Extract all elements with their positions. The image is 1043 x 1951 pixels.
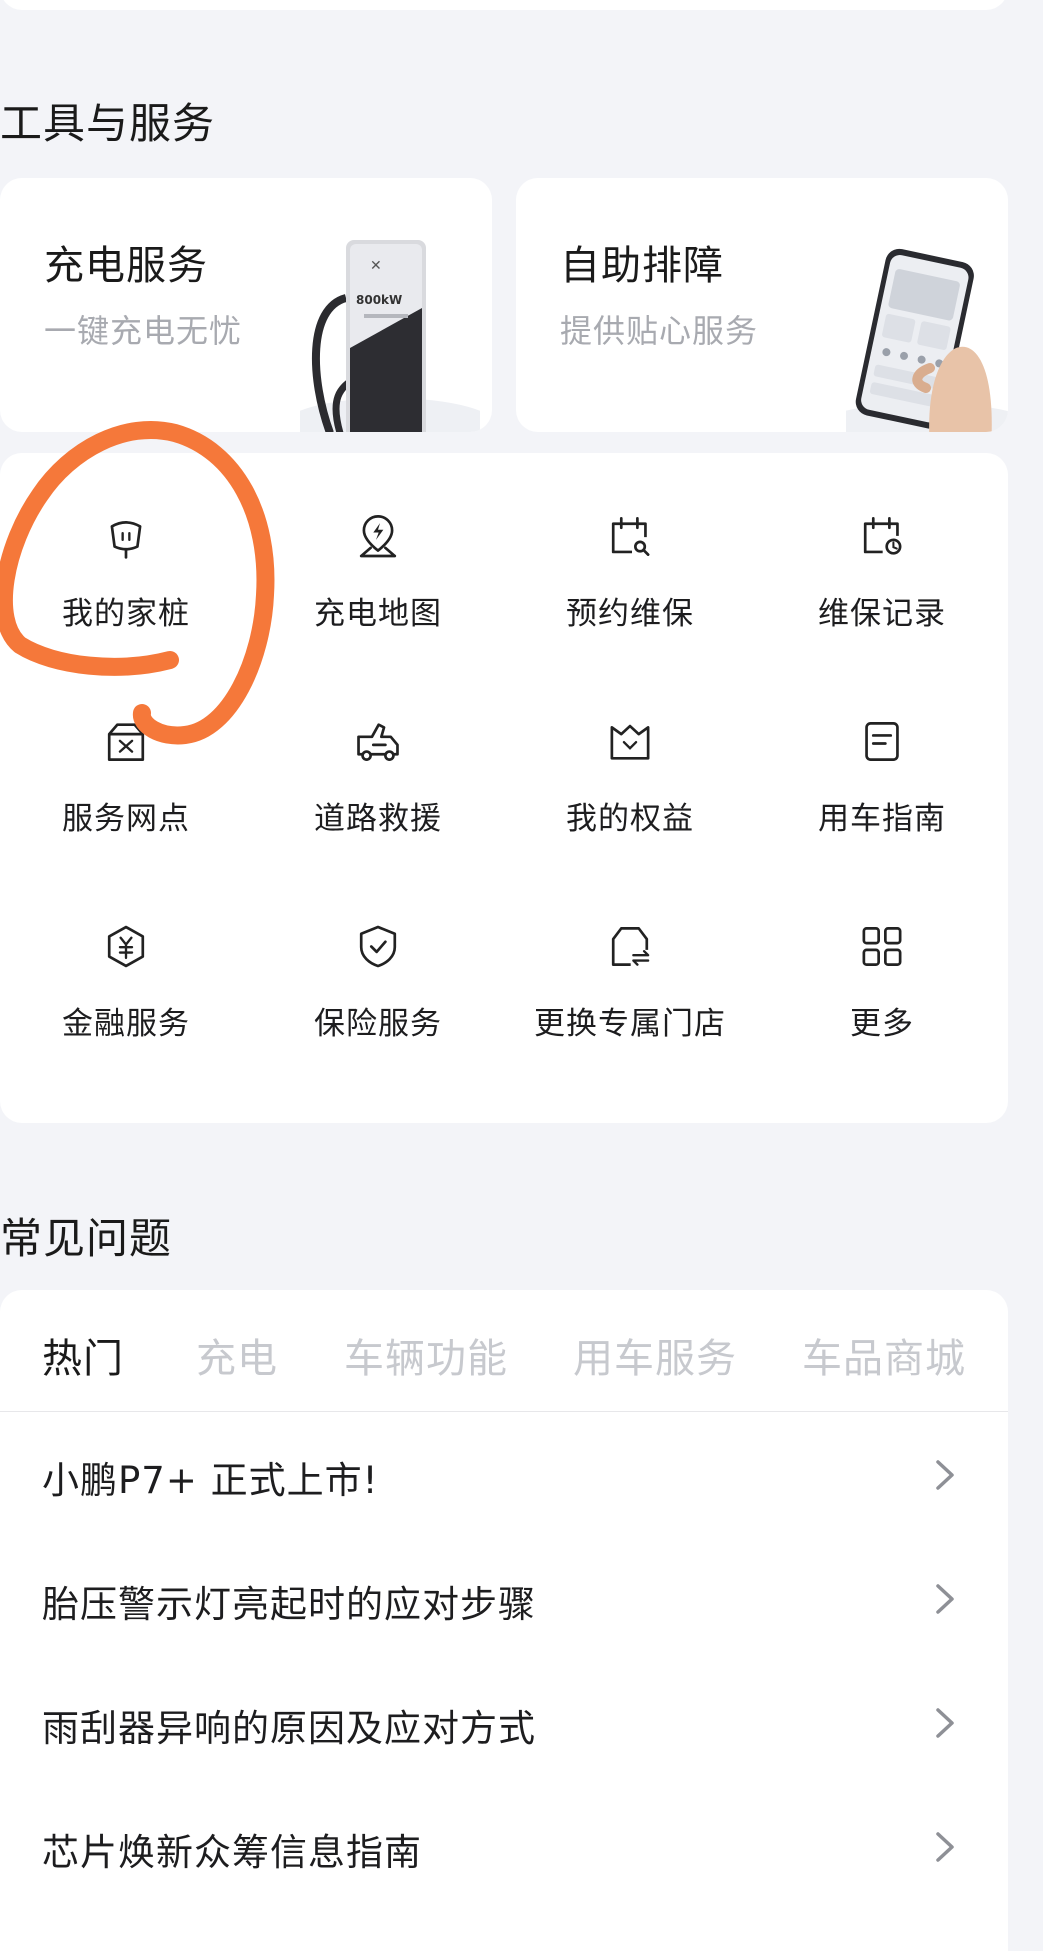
service-my-benefits[interactable]: 我的权益 [504,658,756,838]
insurance-service-icon [359,925,397,968]
tools-section-title: 工具与服务 [0,99,216,148]
top-card-remnant [0,0,1008,10]
service-label: 预约维保 [566,596,694,632]
chevron-right-icon [936,1460,954,1490]
faq-item-text: 芯片焕新众筹信息指南 [42,1831,422,1874]
faq-item[interactable]: 芯片焕新众筹信息指南 [0,1784,1008,1908]
faq-item[interactable]: 小鹏P7+ 正式上市! [0,1412,1008,1536]
service-label: 充电地图 [314,596,442,632]
service-label: 服务网点 [62,801,190,837]
change-store-icon [611,927,650,966]
faq-card: 热门 充电 车辆功能 用车服务 车品商城 小鹏P7+ 正式上市! 胎压警示灯亮起… [0,1290,1008,1951]
faq-section-title: 常见问题 [0,1214,173,1263]
charging-map-icon [359,515,397,558]
tab-vehicle-functions[interactable]: 车辆功能 [344,1326,508,1384]
service-label: 道路救援 [314,801,442,837]
self-troubleshoot-card[interactable]: 自助排障 提供贴心服务 [516,178,1008,432]
my-benefits-icon [610,724,650,760]
faq-item-text: 胎压警示灯亮起时的应对步骤 [42,1583,536,1626]
service-charging-map[interactable]: 充电地图 [252,453,504,633]
service-outlet[interactable]: 服务网点 [0,658,252,838]
service-home-charger[interactable]: 我的家桩 [0,453,252,633]
phone-image [846,248,1008,432]
services-grid: 我的家桩 充电地图 预约维保 维保记录 服务网点 道路救援 我的权益 用车指南 … [0,453,1008,1123]
service-car-guide[interactable]: 用车指南 [756,658,1008,838]
faq-item[interactable]: 胎压警示灯亮起时的应对步骤 [0,1536,1008,1660]
charging-service-title: 充电服务 [44,243,208,289]
service-road-rescue[interactable]: 道路救援 [252,658,504,838]
service-label: 更换专属门店 [534,1006,726,1042]
service-more[interactable]: 更多 [756,863,1008,1043]
svg-text:✕: ✕ [370,258,382,274]
charger-image: ✕ 800kW [300,240,480,432]
finance-service-icon [107,925,145,968]
faq-item[interactable]: 雨刮器异响的原因及应对方式 [0,1660,1008,1784]
charger-badge: 800kW [356,293,402,307]
self-troubleshoot-title: 自助排障 [560,243,724,289]
service-maintenance-record[interactable]: 维保记录 [756,453,1008,633]
service-label: 用车指南 [818,801,946,837]
home-charger-icon [110,521,142,559]
service-label: 更多 [850,1006,914,1042]
service-label: 我的家桩 [62,596,190,632]
tab-charging[interactable]: 充电 [196,1326,278,1384]
service-insurance[interactable]: 保险服务 [252,863,504,1043]
tab-car-services[interactable]: 用车服务 [573,1326,737,1384]
faq-item-text: 小鹏P7+ 正式上市! [42,1459,379,1502]
service-change-store[interactable]: 更换专属门店 [504,863,756,1043]
faq-item-text: 雨刮器异响的原因及应对方式 [42,1707,536,1750]
tab-hot[interactable]: 热门 [42,1326,124,1384]
service-label: 维保记录 [818,596,946,632]
maintenance-record-icon [863,517,902,555]
chevron-right-icon [936,1584,954,1614]
road-rescue-icon [357,723,399,761]
chevron-right-icon [936,1832,954,1862]
faq-tabs: 热门 充电 车辆功能 用车服务 车品商城 [0,1290,1008,1412]
service-finance[interactable]: 金融服务 [0,863,252,1043]
chevron-right-icon [936,1708,954,1738]
service-label: 我的权益 [566,801,694,837]
maintenance-booking-icon [611,517,650,556]
charging-service-card[interactable]: 充电服务 一键充电无忧 ✕ 800kW [0,178,492,432]
service-label: 保险服务 [314,1006,442,1042]
service-label: 金融服务 [62,1006,190,1042]
car-guide-icon [865,722,899,761]
more-grid-icon [862,927,902,966]
service-maintenance-booking[interactable]: 预约维保 [504,453,756,633]
charging-service-subtitle: 一键充电无忧 [44,312,243,350]
self-troubleshoot-subtitle: 提供贴心服务 [560,312,759,350]
service-outlet-icon [107,723,145,761]
tab-car-mall[interactable]: 车品商城 [802,1326,966,1384]
app-page: 工具与服务 充电服务 一键充电无忧 ✕ 800kW 自助排障 提供贴心服务 我的… [0,0,1043,1951]
